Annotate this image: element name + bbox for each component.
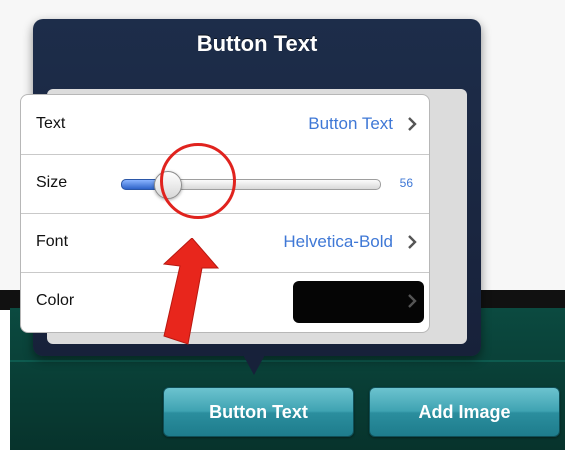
red-circle-annotation bbox=[160, 143, 236, 219]
size-value: 56 bbox=[399, 176, 413, 190]
row-color[interactable]: Color bbox=[21, 272, 429, 331]
row-label-size: Size bbox=[36, 174, 68, 191]
row-font[interactable]: Font Helvetica-Bold bbox=[21, 213, 429, 273]
row-text[interactable]: Text Button Text bbox=[21, 95, 429, 155]
background-divider bbox=[10, 360, 565, 362]
row-value-text: Button Text bbox=[308, 114, 393, 133]
popover-title: Button Text bbox=[196, 31, 318, 56]
row-label-color: Color bbox=[36, 292, 75, 309]
row-value-font: Helvetica-Bold bbox=[283, 232, 393, 251]
red-arrow-annotation bbox=[162, 238, 220, 345]
chevron-right-icon bbox=[408, 294, 417, 308]
popover-pointer bbox=[242, 353, 266, 375]
row-label-text: Text bbox=[36, 115, 66, 132]
chevron-right-icon bbox=[408, 235, 417, 249]
row-label-font: Font bbox=[36, 233, 69, 250]
color-swatch[interactable] bbox=[293, 281, 424, 323]
button-text-button[interactable]: Button Text bbox=[163, 387, 354, 437]
settings-table: Text Button Text Size 56 Font Helvetica-… bbox=[20, 94, 430, 333]
add-image-button[interactable]: Add Image bbox=[369, 387, 560, 437]
chevron-right-icon bbox=[408, 117, 417, 131]
